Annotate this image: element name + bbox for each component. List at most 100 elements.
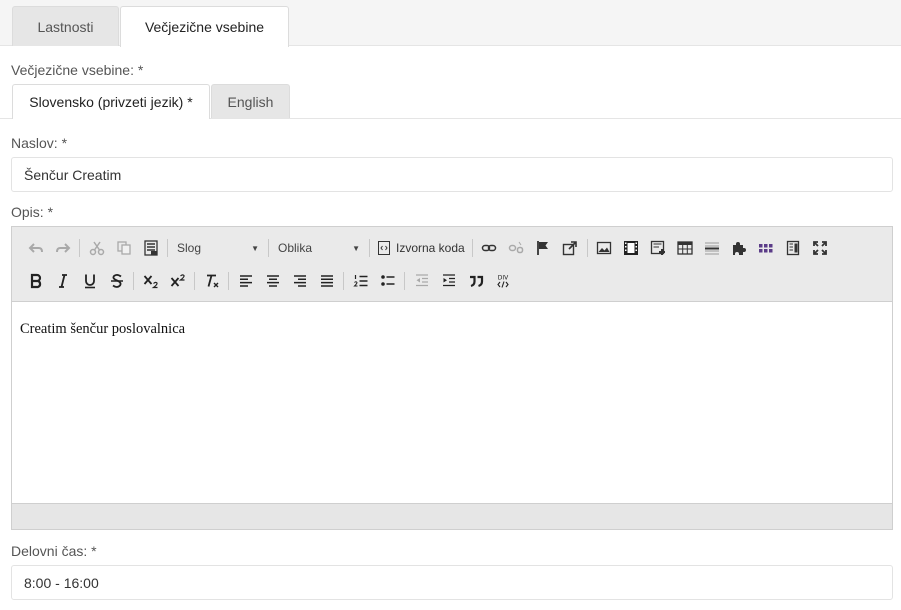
horizontal-rule-button[interactable] — [699, 236, 726, 260]
div-container-icon: DIV — [496, 275, 509, 288]
grid-icon — [759, 244, 773, 253]
table-button[interactable] — [672, 236, 699, 260]
toolbar-separator — [228, 272, 229, 290]
horizontal-rule-icon — [705, 242, 720, 255]
maximize-button[interactable] — [807, 236, 834, 260]
align-center-icon — [266, 275, 279, 287]
outdent-icon — [415, 274, 428, 287]
show-blocks-icon — [787, 240, 800, 256]
format-combo-label: Oblika — [278, 241, 313, 255]
insert-media-button[interactable] — [645, 236, 672, 260]
gallery-button[interactable] — [753, 236, 780, 260]
image-icon — [597, 241, 612, 255]
editor-content-area[interactable]: Creatim šenčur poslovalnica — [12, 303, 892, 502]
create-div-button[interactable]: DIV — [489, 269, 516, 293]
title-input[interactable] — [11, 157, 893, 192]
div-label: DIV — [497, 275, 508, 282]
puzzle-icon — [733, 242, 747, 255]
editor-paragraph: Creatim šenčur poslovalnica — [20, 321, 186, 337]
bulleted-list-icon — [380, 275, 394, 286]
opening-hours-input[interactable] — [11, 565, 893, 600]
toolbar-separator — [586, 239, 588, 257]
underline-button[interactable] — [76, 269, 103, 293]
indent-icon — [442, 274, 455, 287]
undo-button[interactable] — [22, 236, 49, 260]
flag-icon — [537, 241, 549, 255]
multilingual-label: Večjezične vsebine: * — [11, 62, 144, 78]
toolbar-separator — [194, 272, 195, 290]
tab-language-slovenian[interactable]: Slovensko (privzeti jezik) * — [12, 84, 210, 119]
toolbar-separator — [268, 239, 269, 257]
align-right-icon — [293, 275, 306, 287]
maximize-icon — [813, 241, 828, 255]
italic-button[interactable] — [49, 269, 76, 293]
toolbar-separator — [133, 272, 134, 290]
paste-icon — [143, 240, 158, 256]
copy-icon — [116, 241, 131, 255]
link-icon — [481, 244, 497, 252]
superscript-icon — [170, 274, 185, 287]
style-combo[interactable]: Slog ▼ — [171, 236, 265, 260]
toolbar-separator — [343, 272, 344, 290]
table-icon — [677, 241, 693, 255]
toolbar-separator — [79, 239, 80, 257]
redo-button[interactable] — [49, 236, 76, 260]
internal-link-button[interactable] — [557, 236, 584, 260]
media-add-icon — [651, 240, 666, 255]
anchor-button[interactable] — [530, 236, 557, 260]
scissors-icon — [89, 241, 104, 256]
cut-button[interactable] — [83, 236, 110, 260]
editor-toolbar: Slog ▼ Oblika ▼ Izvorna koda DIV — [12, 227, 892, 302]
underline-icon — [84, 274, 95, 289]
increase-indent-button[interactable] — [435, 269, 462, 293]
remove-format-icon — [206, 274, 218, 288]
source-code-button[interactable]: Izvorna koda — [373, 236, 469, 260]
undo-icon — [28, 243, 43, 253]
rich-text-editor: Slog ▼ Oblika ▼ Izvorna koda DIV Creatim… — [11, 226, 893, 530]
quote-icon — [469, 275, 483, 288]
align-center-button[interactable] — [259, 269, 286, 293]
tab-properties[interactable]: Lastnosti — [12, 6, 119, 46]
align-left-button[interactable] — [232, 269, 259, 293]
style-combo-label: Slog — [177, 241, 202, 255]
align-justify-button[interactable] — [313, 269, 340, 293]
toolbar-separator — [471, 239, 473, 257]
bulleted-list-button[interactable] — [374, 269, 401, 293]
numbered-list-button[interactable] — [347, 269, 374, 293]
subscript-button[interactable] — [137, 269, 164, 293]
paste-from-word-button[interactable] — [137, 236, 164, 260]
toolbar-separator — [404, 272, 405, 290]
superscript-button[interactable] — [164, 269, 191, 293]
link-button[interactable] — [476, 236, 503, 260]
editor-status-bar — [12, 503, 892, 529]
strikethrough-icon — [110, 273, 123, 288]
copy-button[interactable] — [110, 236, 137, 260]
image-button[interactable] — [591, 236, 618, 260]
toolbar-separator — [167, 239, 168, 257]
tab-language-english[interactable]: English — [211, 84, 290, 118]
title-label: Naslov: * — [11, 135, 68, 151]
unlink-button[interactable] — [503, 236, 530, 260]
video-button[interactable] — [618, 236, 645, 260]
bold-button[interactable] — [22, 269, 49, 293]
toolbar-separator — [369, 239, 370, 257]
tab-multilingual[interactable]: Večjezične vsebine — [120, 6, 289, 47]
unlink-icon — [508, 241, 524, 254]
italic-icon — [58, 274, 67, 288]
show-blocks-button[interactable] — [780, 236, 807, 260]
bold-icon — [30, 273, 41, 289]
redo-icon — [55, 243, 70, 253]
chevron-down-icon: ▼ — [352, 243, 360, 253]
plugin-button[interactable] — [726, 236, 753, 260]
blockquote-button[interactable] — [462, 269, 489, 293]
remove-format-button[interactable] — [198, 269, 225, 293]
strikethrough-button[interactable] — [103, 269, 130, 293]
numbered-list-icon — [352, 275, 367, 287]
opening-hours-label: Delovni čas: * — [11, 543, 97, 559]
decrease-indent-button[interactable] — [408, 269, 435, 293]
source-code-icon — [378, 241, 390, 255]
align-right-button[interactable] — [286, 269, 313, 293]
film-icon — [624, 241, 639, 255]
source-code-label: Izvorna koda — [396, 241, 465, 255]
format-combo[interactable]: Oblika ▼ — [272, 236, 366, 260]
